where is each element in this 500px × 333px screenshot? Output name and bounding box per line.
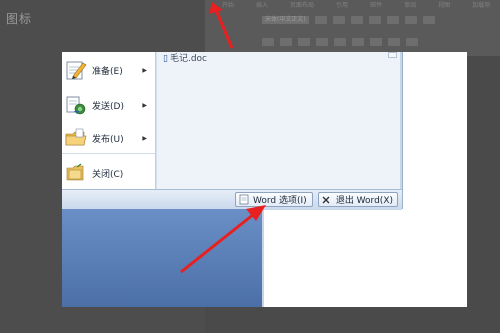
- menu-item-label: 发布(U): [92, 134, 124, 145]
- corner-label: 图标: [6, 12, 33, 26]
- submenu-arrow-icon: ▶: [142, 101, 147, 109]
- grow-font-icon[interactable]: [332, 16, 345, 24]
- publish-folder-icon: [64, 126, 88, 150]
- close-x-icon: [321, 194, 332, 205]
- ribbon-tab[interactable]: 页面布局: [290, 0, 314, 9]
- align-right-icon[interactable]: [388, 38, 400, 46]
- recent-document-label: 毛记.doc: [169, 54, 207, 64]
- menu-item-label: 关闭(C): [92, 169, 124, 180]
- ribbon-tabs: 开始 插入 页面布局 引用 邮件 审阅 视图 加载项: [222, 0, 490, 9]
- align-left-icon[interactable]: [352, 38, 364, 46]
- menu-item-send[interactable]: 发送(D) ▶: [62, 90, 155, 120]
- strikethrough-icon[interactable]: [316, 38, 328, 46]
- recent-documents-pane: ▯ 毛记.doc: [156, 52, 401, 189]
- menu-separator: [62, 153, 155, 154]
- font-size-box[interactable]: [314, 16, 327, 24]
- menu-right-frame: [400, 52, 402, 189]
- pin-icon[interactable]: [388, 52, 397, 58]
- justify-icon[interactable]: [406, 38, 418, 46]
- office-menu-commands: 准备(E) ▶ 发送(D) ▶ 发布(U) ▶ 关闭(C): [62, 52, 156, 189]
- submenu-arrow-icon: ▶: [142, 66, 147, 74]
- ribbon-tab[interactable]: 邮件: [370, 0, 382, 9]
- word-options-label: Word 选项(I): [253, 196, 307, 206]
- font-name-box[interactable]: 宋体(中文正文): [262, 16, 309, 24]
- options-document-icon: [238, 194, 249, 205]
- ribbon-tab[interactable]: 审阅: [404, 0, 416, 9]
- font-color-icon[interactable]: [334, 38, 346, 46]
- numbering-icon[interactable]: [386, 16, 399, 24]
- menu-item-label: 准备(E): [92, 66, 123, 77]
- bold-icon[interactable]: [262, 38, 274, 46]
- align-center-icon[interactable]: [370, 38, 382, 46]
- ribbon-tab[interactable]: 加载项: [472, 0, 490, 9]
- bullets-icon[interactable]: [368, 16, 381, 24]
- ribbon-tab[interactable]: 视图: [438, 0, 450, 9]
- menu-item-prepare[interactable]: 准备(E) ▶: [62, 55, 155, 85]
- office-menu: 准备(E) ▶ 发送(D) ▶ 发布(U) ▶ 关闭(C) ▯ 毛记.doc: [62, 52, 403, 209]
- underline-icon[interactable]: [298, 38, 310, 46]
- ribbon-tab[interactable]: 引用: [336, 0, 348, 9]
- shrink-font-icon[interactable]: [350, 16, 363, 24]
- menu-item-publish[interactable]: 发布(U) ▶: [62, 123, 155, 153]
- close-folder-icon: [64, 161, 88, 185]
- menu-item-label: 发送(D): [92, 101, 124, 112]
- send-icon: [64, 93, 88, 117]
- recent-document-item[interactable]: ▯ 毛记.doc: [163, 51, 207, 64]
- submenu-arrow-icon: ▶: [142, 134, 147, 142]
- indent-icon[interactable]: [404, 16, 417, 24]
- lower-divider: [262, 209, 264, 307]
- lower-blue-panel: [62, 209, 262, 307]
- office-menu-bottom-bar: Word 选项(I) 退出 Word(X): [62, 189, 402, 210]
- exit-word-button[interactable]: 退出 Word(X): [318, 192, 398, 207]
- sort-icon[interactable]: [422, 16, 435, 24]
- ribbon-tab[interactable]: 开始: [222, 0, 234, 9]
- word-options-button[interactable]: Word 选项(I): [235, 192, 313, 207]
- italic-icon[interactable]: [280, 38, 292, 46]
- ribbon-tab[interactable]: 插入: [256, 0, 268, 9]
- document-icon: ▯: [163, 54, 168, 64]
- exit-word-label: 退出 Word(X): [335, 196, 393, 206]
- prepare-pencil-icon: [64, 58, 88, 82]
- menu-item-close[interactable]: 关闭(C): [62, 158, 155, 188]
